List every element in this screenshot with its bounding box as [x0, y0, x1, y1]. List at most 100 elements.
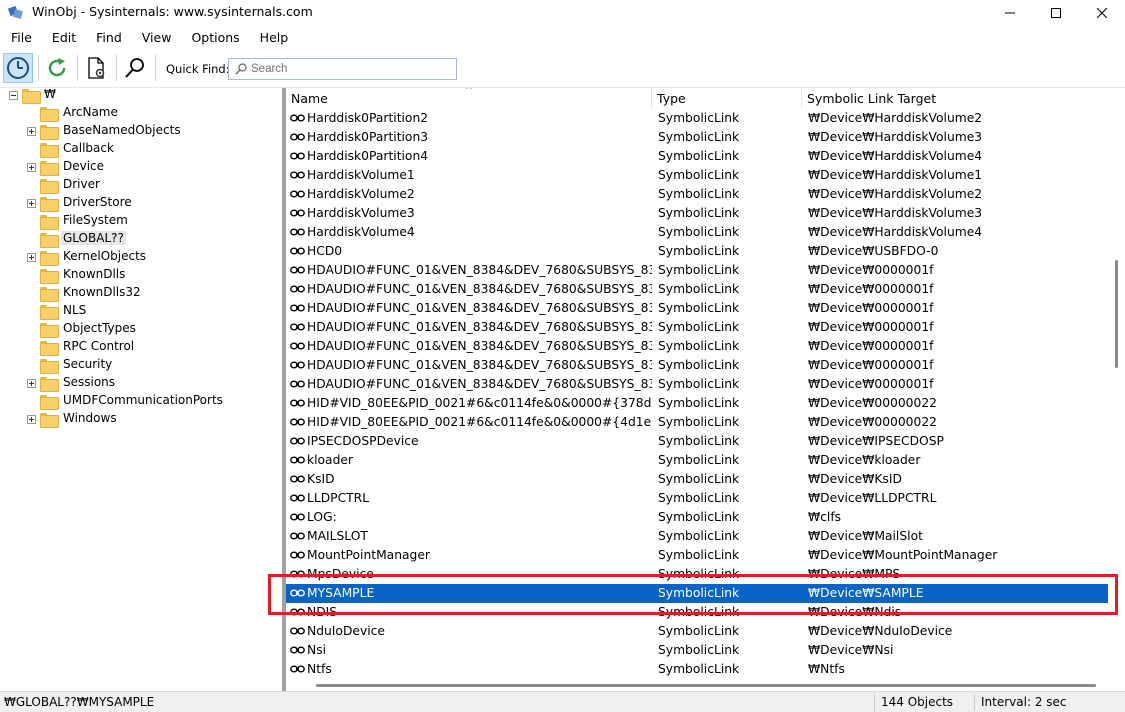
menu-find[interactable]: Find — [85, 26, 131, 50]
menu-options[interactable]: Options — [180, 26, 248, 50]
tree-expand-toggle[interactable] — [27, 199, 36, 208]
column-header-target[interactable]: Symbolic Link Target — [802, 88, 1111, 109]
tree-item[interactable]: NLS — [61, 303, 88, 317]
refresh-icon — [48, 58, 66, 77]
symbolic-link-icon — [290, 608, 305, 616]
table-row[interactable]: HDAUDIO#FUNC_01&VEN_8384&DEV_7680&SUBSYS… — [286, 375, 1108, 394]
tree-item[interactable]: KnownDlls32 — [61, 285, 143, 299]
tree-expand-toggle[interactable] — [27, 127, 36, 136]
cell-type: SymbolicLink — [658, 567, 740, 581]
tree-item[interactable]: UMDFCommunicationPorts — [61, 393, 225, 407]
tree-item[interactable]: GLOBAL?? — [61, 231, 126, 245]
tree-expand-toggle[interactable] — [27, 379, 36, 388]
cell-target: ₩Device₩MountPointManager — [808, 548, 998, 562]
cell-name: Nsi — [307, 643, 327, 657]
tree-item[interactable]: FileSystem — [61, 213, 130, 227]
symbolic-link-icon — [290, 475, 305, 483]
horizontal-scrollbar[interactable] — [286, 678, 1125, 691]
table-row-selected[interactable]: MYSAMPLE SymbolicLink ₩Device₩SAMPLE — [286, 584, 1108, 603]
table-row[interactable]: HDAUDIO#FUNC_01&VEN_8384&DEV_7680&SUBSYS… — [286, 280, 1108, 299]
tree-expand-toggle[interactable] — [27, 415, 36, 424]
tree-item[interactable]: Driver — [61, 177, 102, 191]
cell-type: SymbolicLink — [658, 168, 740, 182]
table-row[interactable]: LLDPCTRL SymbolicLink ₩Device₩LLDPCTRL — [286, 489, 1108, 508]
table-row[interactable]: HDAUDIO#FUNC_01&VEN_8384&DEV_7680&SUBSYS… — [286, 299, 1108, 318]
table-row[interactable]: HarddiskVolume1 SymbolicLink ₩Device₩Hardd… — [286, 166, 1108, 185]
table-row[interactable]: HID#VID_80EE&PID_0021#6&c0114fe&0&0000#{… — [286, 394, 1108, 413]
table-row[interactable]: Nsi SymbolicLink ₩Device₩Nsi — [286, 641, 1108, 660]
table-row[interactable]: LOG: SymbolicLink ₩clfs — [286, 508, 1108, 527]
status-separator — [874, 694, 875, 711]
vertical-scrollbar[interactable] — [1111, 88, 1125, 678]
table-row[interactable]: Harddisk0Partition2 SymbolicLink ₩Device₩H… — [286, 109, 1108, 128]
symbolic-link-icon — [290, 285, 305, 293]
tree-item[interactable]: KnownDlls — [61, 267, 127, 281]
folder-icon — [40, 305, 59, 320]
magnifier-icon — [125, 58, 144, 78]
cell-type: SymbolicLink — [658, 377, 740, 391]
tree-item[interactable]: ArcName — [61, 105, 120, 119]
cell-type: SymbolicLink — [658, 529, 740, 543]
object-tree[interactable]: ₩ ArcName BaseNamedObjects Callback Device Dr… — [0, 88, 282, 691]
menu-view[interactable]: View — [131, 26, 181, 50]
horizontal-scroll-thumb[interactable] — [316, 684, 1096, 687]
folder-icon — [40, 251, 59, 266]
tree-expand-toggle[interactable] — [27, 163, 36, 172]
tree-item[interactable]: Security — [61, 357, 114, 371]
table-row[interactable]: Ntfs SymbolicLink ₩Ntfs — [286, 660, 1108, 679]
tree-item[interactable]: Callback — [61, 141, 116, 155]
minimize-button[interactable] — [987, 0, 1033, 26]
refresh-button[interactable] — [42, 53, 72, 83]
find-button[interactable] — [120, 53, 150, 83]
tree-item[interactable]: Sessions — [61, 375, 117, 389]
cell-type: SymbolicLink — [658, 263, 740, 277]
tree-item[interactable]: BaseNamedObjects — [61, 123, 183, 137]
quick-find-box[interactable] — [228, 58, 457, 80]
table-row[interactable]: Harddisk0Partition4 SymbolicLink ₩Device₩H… — [286, 147, 1108, 166]
tree-collapse-toggle[interactable] — [9, 91, 18, 100]
column-header-type[interactable]: Type — [652, 88, 802, 109]
table-row[interactable]: MpsDevice SymbolicLink ₩Device₩MPS — [286, 565, 1108, 584]
table-row[interactable]: kloader SymbolicLink ₩Device₩kloader — [286, 451, 1108, 470]
table-row[interactable]: NduIoDevice SymbolicLink ₩Device₩NduIoDevi… — [286, 622, 1108, 641]
table-row[interactable]: HarddiskVolume2 SymbolicLink ₩Device₩Hardd… — [286, 185, 1108, 204]
table-row[interactable]: HDAUDIO#FUNC_01&VEN_8384&DEV_7680&SUBSYS… — [286, 337, 1108, 356]
tree-item[interactable]: DriverStore — [61, 195, 134, 209]
table-row[interactable]: HDAUDIO#FUNC_01&VEN_8384&DEV_7680&SUBSYS… — [286, 356, 1108, 375]
table-row[interactable]: HDAUDIO#FUNC_01&VEN_8384&DEV_7680&SUBSYS… — [286, 318, 1108, 337]
table-row[interactable]: NDIS SymbolicLink ₩Device₩Ndis — [286, 603, 1108, 622]
table-row[interactable]: HDAUDIO#FUNC_01&VEN_8384&DEV_7680&SUBSYS… — [286, 261, 1108, 280]
table-row[interactable]: HCD0 SymbolicLink ₩Device₩USBFDO-0 — [286, 242, 1108, 261]
cell-target: ₩Device₩HarddiskVolume3 — [808, 206, 983, 220]
tree-item[interactable]: KernelObjects — [61, 249, 148, 263]
table-row[interactable]: HarddiskVolume3 SymbolicLink ₩Device₩Hardd… — [286, 204, 1108, 223]
menu-help[interactable]: Help — [249, 26, 298, 50]
table-row[interactable]: IPSECDOSPDevice SymbolicLink ₩Device₩IPSEC… — [286, 432, 1108, 451]
tree-item[interactable]: Device — [61, 159, 106, 173]
table-row[interactable]: HID#VID_80EE&PID_0021#6&c0114fe&0&0000#{… — [286, 413, 1108, 432]
close-button[interactable] — [1079, 0, 1125, 26]
tree-item[interactable]: ObjectTypes — [61, 321, 138, 335]
table-row[interactable]: KsID SymbolicLink ₩Device₩KsID — [286, 470, 1108, 489]
vertical-scroll-thumb[interactable] — [1115, 260, 1118, 368]
quick-find-input[interactable] — [251, 60, 451, 78]
tree-item[interactable]: Windows — [61, 411, 119, 425]
table-row[interactable]: HarddiskVolume4 SymbolicLink ₩Device₩Hardd… — [286, 223, 1108, 242]
tree-expand-toggle[interactable] — [27, 253, 36, 262]
cell-type: SymbolicLink — [658, 586, 740, 600]
properties-button[interactable] — [81, 53, 111, 83]
symbolic-link-icon — [290, 152, 305, 160]
table-row[interactable]: MAILSLOT SymbolicLink ₩Device₩MailSlot — [286, 527, 1108, 546]
object-list[interactable]: Name Type Symbolic Link Target ^ Harddis… — [286, 88, 1125, 691]
tree-item[interactable]: RPC Control — [61, 339, 136, 353]
symbolic-link-icon — [290, 361, 305, 369]
maximize-button[interactable] — [1033, 0, 1079, 26]
table-row[interactable]: Harddisk0Partition3 SymbolicLink ₩Device₩H… — [286, 128, 1108, 147]
cell-name: HDAUDIO#FUNC_01&VEN_8384&DEV_7680&SUBSYS… — [307, 377, 652, 391]
menu-edit[interactable]: Edit — [41, 26, 85, 50]
menu-file[interactable]: File — [0, 26, 41, 50]
cell-target: ₩Device₩0000001f — [808, 320, 934, 334]
table-row[interactable]: MountPointManager SymbolicLink ₩Device₩Mou… — [286, 546, 1108, 565]
tree-root-label[interactable]: ₩ — [42, 88, 58, 101]
auto-refresh-button[interactable] — [3, 53, 33, 83]
